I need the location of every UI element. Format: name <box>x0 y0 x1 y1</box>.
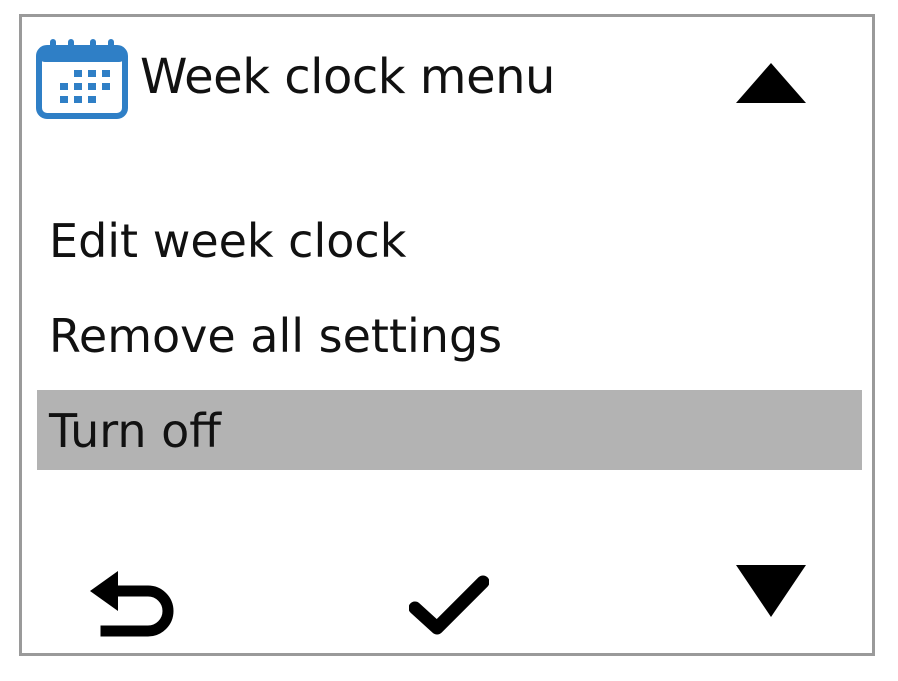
menu-item-label: Edit week clock <box>49 214 407 268</box>
arrow-down-icon[interactable] <box>734 563 808 619</box>
checkmark-icon[interactable] <box>409 574 489 636</box>
calendar-icon <box>36 39 128 119</box>
menu-item-label: Remove all settings <box>49 309 503 363</box>
menu-item-turn-off[interactable]: Turn off <box>37 390 862 470</box>
display-screen: Week clock menu Edit week clock Remove a… <box>19 14 875 656</box>
menu-item-remove-all-settings[interactable]: Remove all settings <box>37 295 862 375</box>
menu-item-edit-week-clock[interactable]: Edit week clock <box>37 200 862 280</box>
menu-list: Edit week clock Remove all settings Turn… <box>37 200 862 485</box>
arrow-up-icon[interactable] <box>734 61 808 105</box>
header: Week clock menu <box>22 17 872 127</box>
page-title: Week clock menu <box>140 49 555 105</box>
back-arrow-icon[interactable] <box>86 569 178 641</box>
menu-item-label: Turn off <box>49 404 221 458</box>
